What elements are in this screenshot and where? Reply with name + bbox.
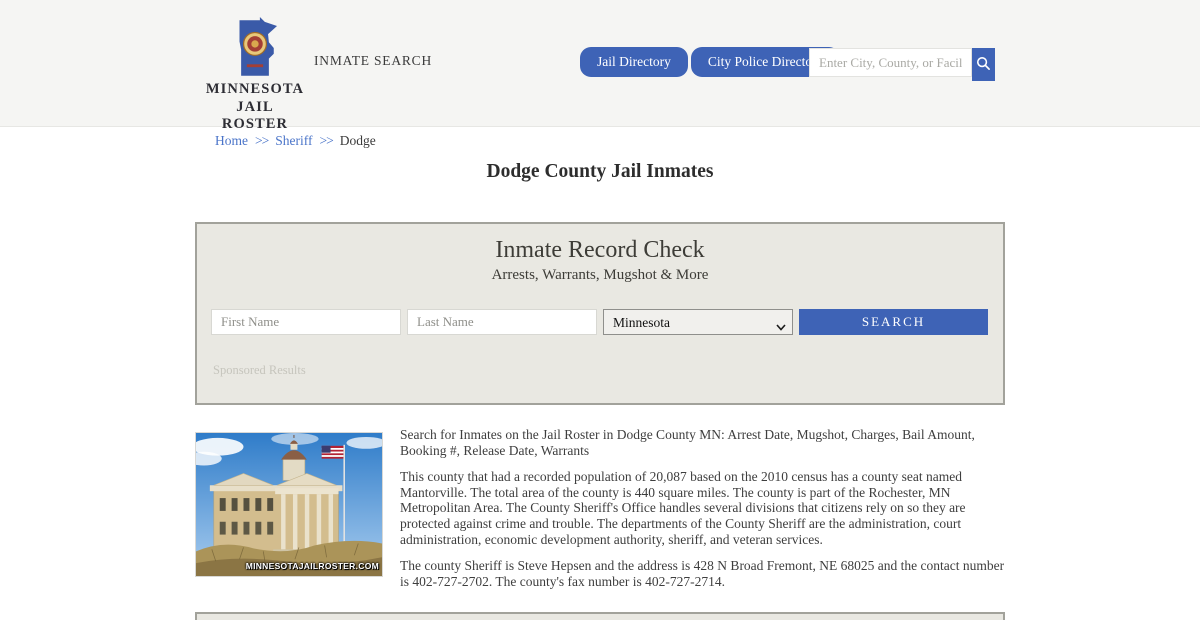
county-description: Search for Inmates on the Jail Roster in…: [400, 427, 1008, 600]
site-logo[interactable]: MINNESOTA JAIL ROSTER: [202, 17, 308, 134]
nav-inmate-search[interactable]: INMATE SEARCH: [314, 53, 432, 69]
sponsored-results-label: Sponsored Results: [213, 363, 306, 377]
last-name-input[interactable]: [407, 309, 597, 335]
breadcrumb-sheriff-link[interactable]: Sheriff: [275, 133, 312, 148]
state-select-wrap: Minnesota: [603, 309, 793, 335]
facility-search-button[interactable]: [972, 48, 995, 81]
search-button[interactable]: SEARCH: [799, 309, 988, 335]
breadcrumb-separator: >>: [319, 133, 333, 148]
breadcrumb-separator: >>: [255, 133, 269, 148]
courthouse-illustration: [196, 433, 382, 576]
bottom-panel: [195, 612, 1005, 620]
breadcrumb-home-link[interactable]: Home: [215, 133, 248, 148]
page-title: Dodge County Jail Inmates: [486, 161, 714, 182]
record-check-subtitle: Arrests, Warrants, Mugshot & More: [491, 267, 709, 283]
breadcrumb-current: Dodge: [339, 133, 376, 148]
courthouse-photo: MINNESOTAJAILROSTER.COM: [195, 432, 383, 577]
header-directory-buttons: Jail Directory City Police Directory: [580, 47, 841, 77]
article-paragraph: Search for Inmates on the Jail Roster in…: [400, 427, 975, 458]
first-name-input[interactable]: [211, 309, 401, 335]
breadcrumb: Home >> Sheriff >> Dodge: [215, 133, 376, 149]
logo-text-line2: JAIL ROSTER: [221, 98, 289, 133]
article-paragraph: This county that had a recorded populati…: [400, 469, 966, 547]
record-check-form: Minnesota SEARCH: [211, 309, 988, 335]
inmate-record-check-panel: Inmate Record Check Arrests, Warrants, M…: [195, 222, 1005, 405]
record-check-title: Inmate Record Check: [495, 237, 705, 263]
state-select[interactable]: Minnesota: [603, 309, 793, 335]
photo-watermark: MINNESOTAJAILROSTER.COM: [245, 561, 379, 571]
header-search: [809, 48, 995, 81]
jail-directory-button[interactable]: Jail Directory: [580, 47, 688, 77]
us-flag-icon: [321, 445, 344, 459]
search-icon: [976, 56, 991, 74]
article-paragraph: The county Sheriff is Steve Hepsen and t…: [400, 558, 1005, 589]
site-header: MINNESOTA JAIL ROSTER INMATE SEARCH Jail…: [0, 0, 1200, 132]
logo-text-line1: MINNESOTA: [205, 81, 305, 97]
minnesota-state-seal-icon: [202, 17, 308, 79]
facility-search-input[interactable]: [809, 48, 972, 77]
